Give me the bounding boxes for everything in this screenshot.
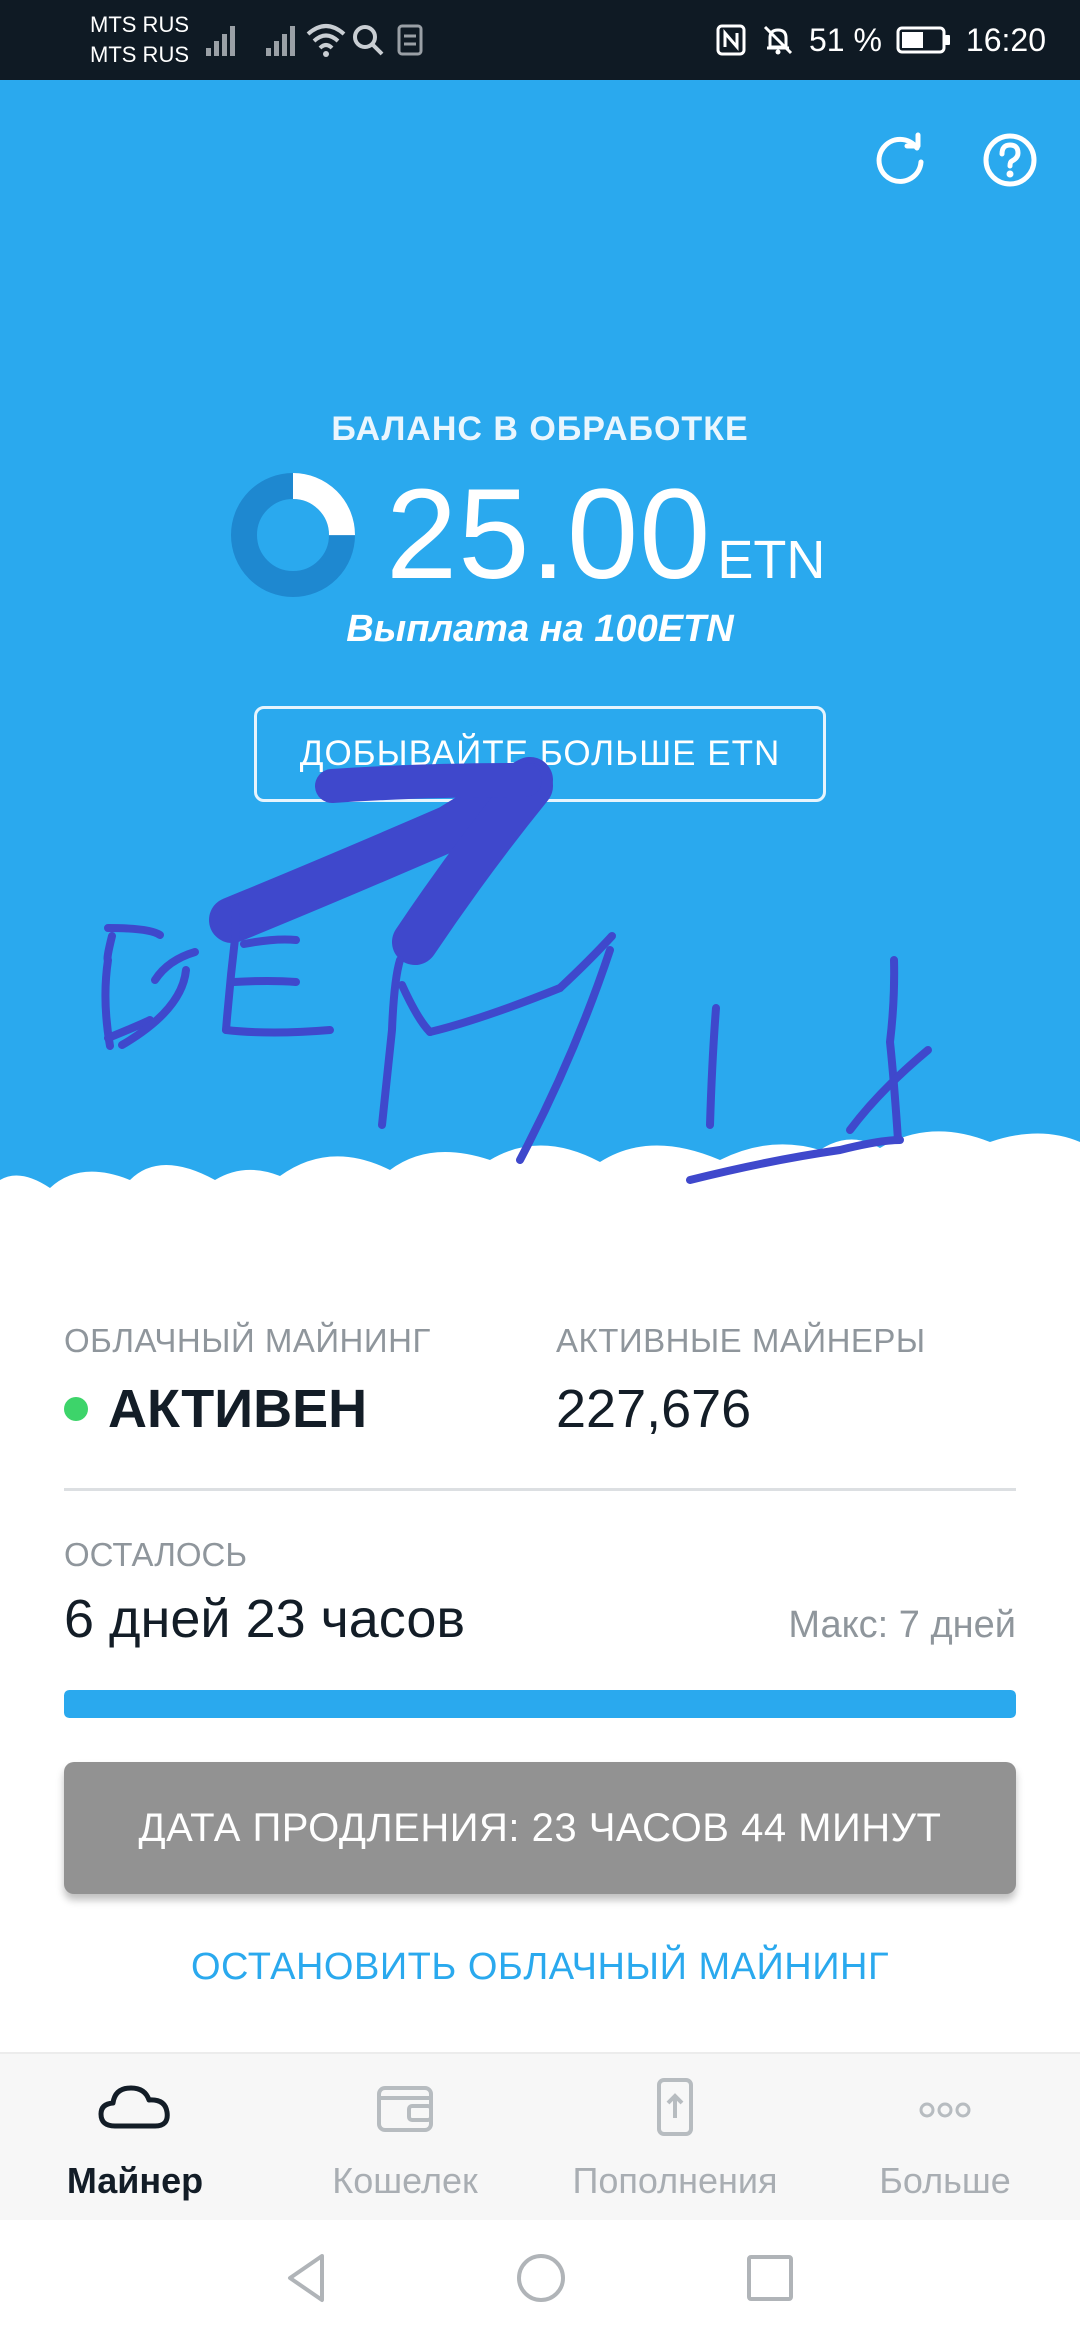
status-dot xyxy=(64,1397,88,1421)
max-duration: Макс: 7 дней xyxy=(788,1604,1016,1646)
carrier-2: MTS RUS xyxy=(90,42,189,67)
home-icon[interactable] xyxy=(514,2250,568,2306)
nfc-icon xyxy=(716,24,746,56)
bottom-navigation: Майнер Кошелек Пополнения Больше xyxy=(0,2052,1080,2220)
cloud-decoration xyxy=(0,1131,1080,1350)
cloud-mining-status: АКТИВЕН xyxy=(64,1378,367,1440)
more-icon xyxy=(919,2102,971,2118)
nav-label-miner: Майнер xyxy=(66,2160,204,2201)
nav-item-more[interactable]: Больше xyxy=(810,2054,1080,2222)
nav-item-miner[interactable]: Майнер xyxy=(0,2054,270,2222)
battery-icon xyxy=(896,26,950,54)
nav-label-topups: Пополнения xyxy=(572,2160,778,2201)
signal-icon-2 xyxy=(266,26,295,56)
nav-label-more: Больше xyxy=(879,2160,1011,2201)
nav-label-wallet: Кошелек xyxy=(332,2160,478,2201)
cloud-mining-value: АКТИВЕН xyxy=(108,1379,368,1439)
wifi-icon xyxy=(306,24,346,57)
nav-item-wallet[interactable]: Кошелек xyxy=(270,2054,540,2222)
status-right: 51 % 16:20 xyxy=(715,0,1046,80)
balance-hero: БАЛАНС В ОБРАБОТКЕ 25.00 ETN Выплата на … xyxy=(0,80,1080,1350)
clock: 16:20 xyxy=(965,21,1046,58)
bell-off-icon xyxy=(763,25,793,55)
renew-date-button[interactable]: ДАТА ПРОДЛЕНИЯ: 23 ЧАСОВ 44 МИНУТ xyxy=(64,1762,1016,1894)
stop-cloud-mining-link[interactable]: ОСТАНОВИТЬ ОБЛАЧНЫЙ МАЙНИНГ xyxy=(0,1946,1080,1989)
cloud-mining-label: ОБЛАЧНЫЙ МАЙНИНГ xyxy=(64,1322,431,1359)
wallet-icon xyxy=(377,2086,433,2132)
system-navigation-bar xyxy=(0,2220,1080,2340)
remaining-progress-fill xyxy=(64,1690,1016,1718)
search-status-icon xyxy=(353,25,384,56)
remaining-value: 6 дней 23 часов xyxy=(64,1589,466,1649)
carrier-1: MTS RUS xyxy=(90,12,189,37)
recents-icon[interactable] xyxy=(744,2250,796,2306)
nav-item-topups[interactable]: Пополнения xyxy=(540,2054,810,2222)
notification-icon xyxy=(397,24,423,56)
remaining-progress-bar xyxy=(64,1690,1016,1718)
back-icon[interactable] xyxy=(282,2250,332,2306)
divider xyxy=(64,1488,1016,1491)
signal-icon xyxy=(206,26,235,56)
active-miners-label: АКТИВНЫЕ МАЙНЕРЫ xyxy=(556,1322,926,1359)
active-miners-value: 227,676 xyxy=(556,1379,752,1439)
battery-percent: 51 % xyxy=(808,21,882,58)
cloud-icon xyxy=(98,2085,170,2129)
remaining-label: ОСТАЛОСЬ xyxy=(64,1536,248,1573)
upload-icon xyxy=(657,2078,693,2136)
carrier-names: MTS RUS MTS RUS xyxy=(90,10,189,70)
status-bar: MTS RUS MTS RUS 51 % 16:20 xyxy=(0,0,1080,80)
